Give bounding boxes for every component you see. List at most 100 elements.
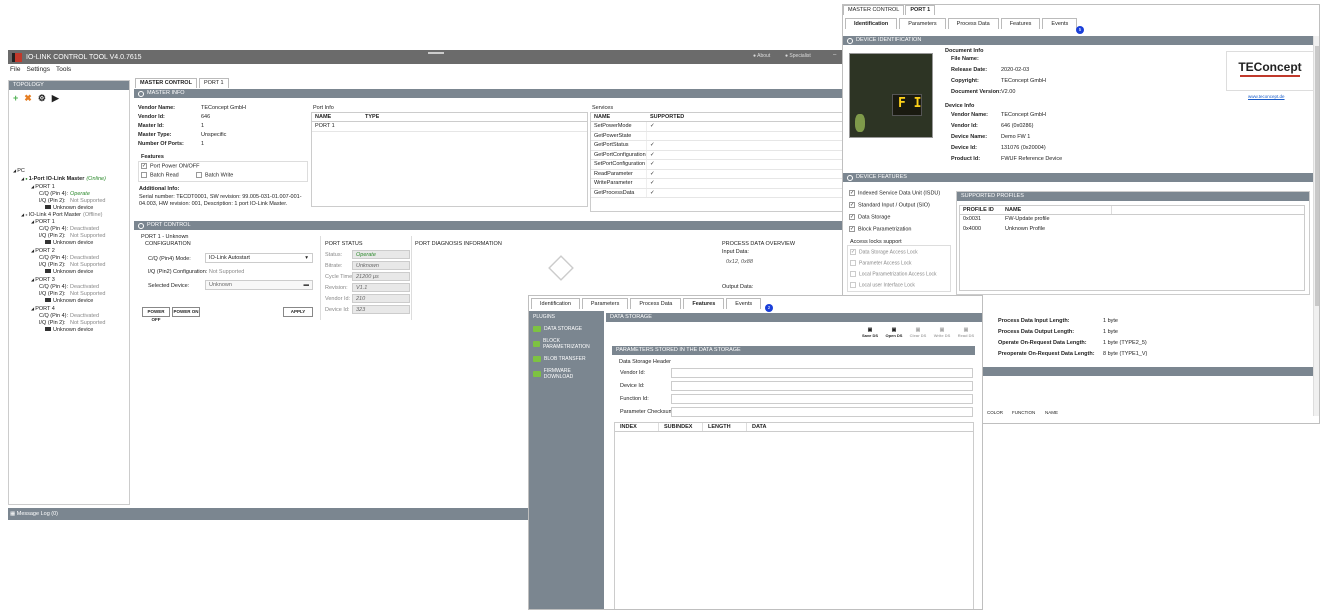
profile-row[interactable]: 0x4000 Unknown Profile <box>960 225 1304 235</box>
service-row[interactable]: GetProcessData ✓ <box>591 188 847 198</box>
tab-port-1[interactable]: PORT 1 <box>905 5 936 15</box>
apply-button[interactable]: APPLY <box>283 307 313 317</box>
open-ds-button[interactable]: ▣ Open DS <box>883 328 905 342</box>
subtab-features[interactable]: Features <box>1000 18 1041 29</box>
subtab-process-data[interactable]: Process Data <box>947 18 999 29</box>
device-feature: ✓ Block Parametrization <box>849 226 912 232</box>
selected-device-field[interactable]: Unknown ▬ <box>205 280 313 290</box>
col-profile-id: PROFILE ID <box>963 207 994 213</box>
feature-label: Block Parametrization <box>858 226 912 233</box>
tree-node[interactable]: C/Q (Pin 4): Deactivated <box>39 226 99 232</box>
play-icon[interactable]: ▶ <box>52 93 59 103</box>
profile-row[interactable]: 0x0031 FW-Update profile <box>960 215 1304 225</box>
plugin-firmware-download[interactable]: FIRMWARE DOWNLOAD <box>529 365 604 383</box>
tree-node[interactable]: ◢ ● 1-Port IO-Link Master (Online) <box>21 176 106 182</box>
tree-node[interactable]: I/Q (Pin 2): Not Supported <box>39 233 105 239</box>
tree-label: Unknown device <box>53 298 94 304</box>
tab-master-control[interactable]: MASTER CONTROL <box>843 5 905 15</box>
menu-file[interactable]: File <box>10 66 20 73</box>
subtab-identification[interactable]: Identification <box>531 298 580 309</box>
tree-node[interactable]: Unknown device <box>45 327 93 333</box>
collapse-icon[interactable] <box>847 174 853 181</box>
tab-master-control[interactable]: MASTER CONTROL <box>135 78 197 88</box>
tree-node[interactable]: ◢ PORT 1 <box>31 219 55 225</box>
feat-batch-read[interactable]: Batch Read <box>141 172 179 178</box>
tree-node[interactable]: I/Q (Pin 2): Not Supported <box>39 291 105 297</box>
plugin-data-storage[interactable]: DATA STORAGE <box>529 323 604 335</box>
ds-field-input[interactable] <box>671 368 973 378</box>
device-icon <box>45 240 51 244</box>
subtab-parameters[interactable]: Parameters <box>899 18 946 29</box>
folder-icon[interactable]: ▬ <box>304 281 310 289</box>
plugin-blob-transfer[interactable]: BLOB TRANSFER <box>529 353 604 365</box>
subtab-process-data[interactable]: Process Data <box>630 298 682 309</box>
tree-node[interactable]: ◢ PORT 4 <box>31 306 55 312</box>
tree-node[interactable]: I/Q (Pin 2): Not Supported <box>39 262 105 268</box>
port-info-label: Port Info <box>313 105 334 111</box>
ds-field-input[interactable] <box>671 381 973 391</box>
tree-node[interactable]: ◢ PORT 1 <box>31 184 55 190</box>
tree-node[interactable]: Unknown device <box>45 240 93 246</box>
tree-node[interactable]: Unknown device <box>45 298 93 304</box>
check-icon: ✓ <box>650 142 655 148</box>
service-row[interactable]: WriteParameter ✓ <box>591 179 847 189</box>
service-row[interactable]: SetPowerMode ✓ <box>591 122 847 132</box>
window-handle[interactable] <box>428 52 444 54</box>
service-row[interactable]: GetPowerState <box>591 131 847 141</box>
tree-node[interactable]: I/Q (Pin 2): Not Supported <box>39 320 105 326</box>
tree-node[interactable]: ◢ ● IO-Link 4 Port Master (Offline) <box>21 212 102 218</box>
clear-ds-button[interactable]: ▣ Clear DS <box>907 328 929 342</box>
subtab-parameters[interactable]: Parameters <box>581 298 629 309</box>
tool-label: Read DS <box>957 333 975 338</box>
collapse-icon[interactable] <box>138 222 144 229</box>
tree-node[interactable]: ◢ PORT 2 <box>31 248 55 254</box>
subtab-features[interactable]: Features <box>683 298 725 309</box>
ds-field-input[interactable] <box>671 394 973 404</box>
collapse-icon[interactable] <box>138 90 144 97</box>
power-on-button[interactable]: POWER ON <box>172 307 200 317</box>
gear-icon[interactable]: ⚙ <box>38 93 46 103</box>
tree-node[interactable]: ◢ PORT 3 <box>31 277 55 283</box>
menu-settings[interactable]: Settings <box>26 66 50 73</box>
teconcept-url[interactable]: www.teconcept.de <box>1248 94 1285 99</box>
feat-batch-write[interactable]: Batch Write <box>196 172 233 178</box>
tree-node[interactable]: ◢ PC <box>13 168 25 174</box>
tree-node[interactable]: I/Q (Pin 2): Not Supported <box>39 198 105 204</box>
service-row[interactable]: GetPortConfiguration ✓ <box>591 150 847 160</box>
table-row[interactable]: PORT 1 <box>312 122 587 132</box>
tree-node[interactable]: C/Q (Pin 4): Operate <box>39 191 90 197</box>
power-off-button[interactable]: POWER OFF <box>142 307 170 322</box>
about-link[interactable]: ● About <box>753 53 770 59</box>
checkbox: ✓ <box>849 226 855 232</box>
feat-port-power[interactable]: ✓ Port Power ON/OFF <box>141 163 200 169</box>
service-row[interactable]: SetPortConfiguration ✓ <box>591 160 847 170</box>
subtab-events[interactable]: Events <box>726 298 762 309</box>
save-ds-button[interactable]: ▣ Save DS <box>859 328 881 342</box>
minimize-button[interactable]: – <box>833 52 836 58</box>
tree-node[interactable]: C/Q (Pin 4): Deactivated <box>39 313 99 319</box>
message-log[interactable]: Message Log (0) <box>17 511 58 517</box>
service-row[interactable]: GetPortStatus ✓ <box>591 141 847 151</box>
menu-tools[interactable]: Tools <box>56 66 71 73</box>
tree-value: Not Supported <box>70 233 106 239</box>
add-icon[interactable]: + <box>13 93 18 103</box>
checkbox: ✓ <box>850 249 856 255</box>
tree-node[interactable]: Unknown device <box>45 205 93 211</box>
tree-node[interactable]: C/Q (Pin 4): Deactivated <box>39 255 99 261</box>
subtab-events[interactable]: Events <box>1042 18 1078 29</box>
scrollbar[interactable] <box>1313 36 1319 416</box>
service-row[interactable]: ReadParameter ✓ <box>591 169 847 179</box>
tree-node[interactable]: Unknown device <box>45 269 93 275</box>
tree-node[interactable]: C/Q (Pin 4): Deactivated <box>39 284 99 290</box>
collapse-icon[interactable] <box>847 37 853 44</box>
user-link[interactable]: ● Specialist <box>785 53 811 59</box>
cq-mode-select[interactable]: IO-Link Autostart ▾ <box>205 253 313 263</box>
plugin-block-parametrization[interactable]: BLOCK PARAMETRIZATION <box>529 335 604 353</box>
subtab-identification[interactable]: Identification <box>845 18 898 29</box>
read-ds-button[interactable]: ▣ Read DS <box>955 328 977 342</box>
remove-icon[interactable]: ✖ <box>24 93 32 103</box>
tab-port-1[interactable]: PORT 1 <box>198 78 229 88</box>
write-ds-button[interactable]: ▣ Write DS <box>931 328 953 342</box>
ds-field-input[interactable] <box>671 407 973 417</box>
configuration-label: CONFIGURATION <box>145 241 191 247</box>
